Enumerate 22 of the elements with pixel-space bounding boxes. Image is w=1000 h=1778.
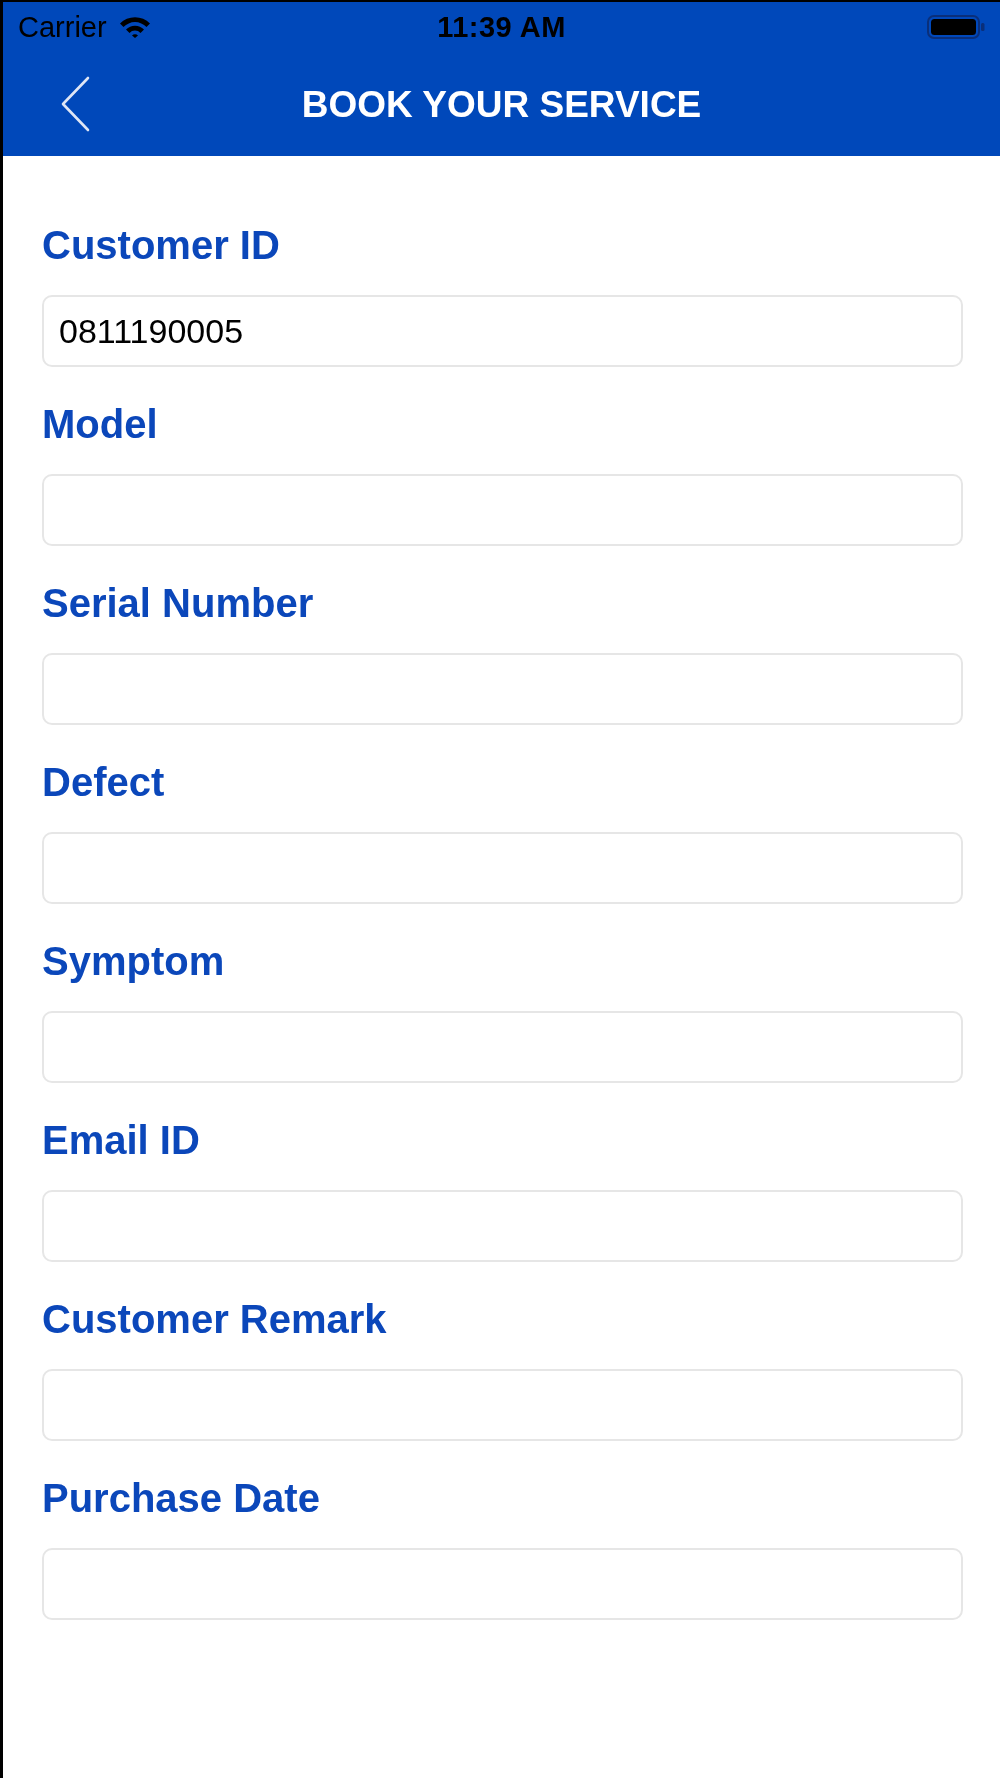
field-label: Model [42, 404, 158, 444]
input-field[interactable]: 0811190005 [42, 295, 963, 367]
input-field[interactable] [42, 1548, 963, 1620]
input-field[interactable] [42, 832, 963, 904]
field-label: Symptom [42, 941, 225, 981]
field-label: Customer ID [42, 225, 280, 265]
back-chevron-icon[interactable] [60, 76, 90, 132]
carrier-label: Carrier [18, 12, 107, 42]
status-time: 11:39 AM [437, 12, 566, 42]
input-field[interactable] [42, 1011, 963, 1083]
field-label: Email ID [42, 1120, 200, 1160]
wifi-icon [118, 16, 151, 38]
input-field[interactable] [42, 653, 963, 725]
field-label: Customer Remark [42, 1299, 387, 1339]
screen-title: BOOK YOUR SERVICE [301, 85, 702, 123]
field-label: Defect [42, 762, 165, 802]
input-field[interactable] [42, 1369, 963, 1441]
field-label: Purchase Date [42, 1478, 320, 1518]
input-field[interactable] [42, 474, 963, 546]
input-field[interactable] [42, 1190, 963, 1262]
battery-icon [927, 15, 985, 39]
field-label: Serial Number [42, 583, 314, 623]
